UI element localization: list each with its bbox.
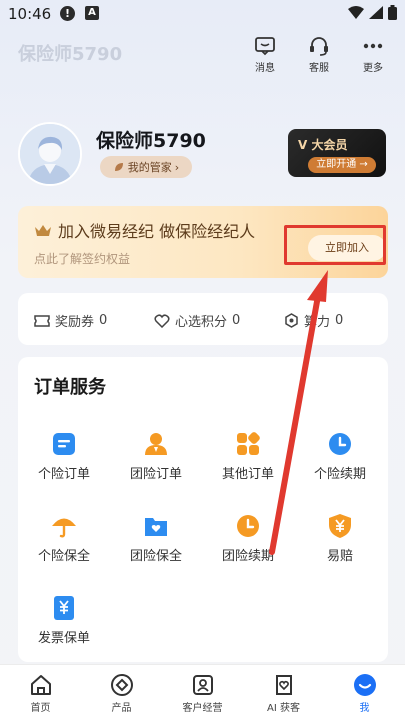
avatar-illustration — [20, 124, 80, 184]
home-icon — [30, 675, 51, 695]
order-item-personal-renewal[interactable]: 个险续期 — [294, 431, 386, 482]
doc-icon — [53, 433, 75, 455]
status-time: 10:46 — [8, 5, 52, 23]
top-actions: 消息 客服 更多 — [247, 36, 391, 74]
order-item-other[interactable]: 其他订单 — [202, 431, 294, 482]
me-icon — [353, 674, 376, 696]
clock-icon — [237, 515, 259, 537]
shield-yen-icon — [329, 514, 351, 538]
banner-title: 加入微易经纪 做保险经纪人 — [34, 218, 255, 242]
umbrella-icon — [52, 518, 76, 538]
order-item-personal-preserve[interactable]: 个险保全 — [18, 513, 110, 564]
message-icon — [255, 37, 275, 56]
customer-service-button[interactable]: 客服 — [301, 36, 337, 74]
order-item-group-renewal[interactable]: 团险续期 — [202, 513, 294, 564]
order-item-personal[interactable]: 个险订单 — [18, 431, 110, 482]
stat-points[interactable]: 心选积分 0 — [154, 311, 240, 330]
leaf-icon — [114, 163, 123, 171]
person-icon — [145, 433, 167, 455]
order-services-card: 订单服务 个险订单 团险订单 其他订单 个险续期 个险保全 团险保全 团险续期 … — [18, 357, 388, 662]
avatar[interactable] — [18, 122, 82, 186]
tab-customers[interactable]: 客户经营 — [162, 665, 243, 720]
battery-icon — [388, 5, 397, 20]
customer-icon — [192, 675, 213, 695]
header-ghost-title: 保险师5790 — [18, 44, 123, 65]
heart-icon — [154, 313, 170, 328]
stats-card: 奖励券 0 心选积分 0 算力 0 — [18, 293, 388, 345]
more-label: 更多 — [363, 63, 383, 74]
manager-label: 我的管家 — [127, 161, 172, 174]
tab-ai-acquire[interactable]: AI 获客 — [243, 665, 324, 720]
vip-card[interactable]: V 大会员 立即开通 → — [288, 129, 386, 177]
grid-icon — [237, 432, 260, 455]
stat-compute[interactable]: 算力 0 — [284, 311, 343, 330]
product-icon — [110, 674, 133, 696]
order-item-group-preserve[interactable]: 团险保全 — [110, 513, 202, 564]
tab-me[interactable]: 我 — [324, 665, 405, 720]
vip-title: V 大会员 — [298, 138, 348, 152]
clock-icon — [329, 433, 351, 455]
app-notification-icon: A — [85, 6, 99, 20]
order-item-group[interactable]: 团险订单 — [110, 431, 202, 482]
status-indicators — [348, 5, 397, 20]
headset-icon — [310, 37, 328, 56]
compute-icon — [285, 313, 298, 328]
wifi-icon — [348, 6, 364, 19]
message-label: 消息 — [255, 63, 275, 74]
order-item-invoice[interactable]: 发票保单 — [18, 595, 110, 646]
order-services-title: 订单服务 — [34, 377, 106, 398]
bottom-tab-bar: 首页 产品 客户经营 AI 获客 我 — [0, 664, 405, 720]
notification-icon: ! — [60, 6, 75, 21]
signal-icon — [369, 6, 383, 19]
stat-coupon[interactable]: 奖励券 0 — [34, 311, 107, 330]
more-button[interactable]: 更多 — [355, 36, 391, 74]
vip-open-button[interactable]: 立即开通 → — [308, 157, 376, 173]
crown-icon — [35, 225, 51, 236]
status-bar: 10:46 ! A — [0, 0, 405, 30]
message-button[interactable]: 消息 — [247, 36, 283, 74]
coupon-icon — [34, 314, 50, 327]
vip-v-icon: V — [298, 138, 308, 152]
folder-heart-icon — [145, 518, 167, 536]
customer-service-label: 客服 — [309, 63, 329, 74]
user-name: 保险师5790 — [96, 130, 206, 152]
more-icon — [363, 43, 383, 49]
highlight-box — [284, 225, 386, 265]
banner-subtitle: 点此了解签约权益 — [34, 252, 131, 266]
tab-products[interactable]: 产品 — [81, 665, 162, 720]
order-item-easy-claim[interactable]: 易赔 — [294, 513, 386, 564]
invoice-icon — [54, 596, 74, 620]
tab-home[interactable]: 首页 — [0, 665, 81, 720]
my-manager-button[interactable]: 我的管家 › — [100, 156, 192, 178]
ai-icon — [275, 675, 292, 695]
chevron-right-icon: › — [174, 160, 180, 174]
